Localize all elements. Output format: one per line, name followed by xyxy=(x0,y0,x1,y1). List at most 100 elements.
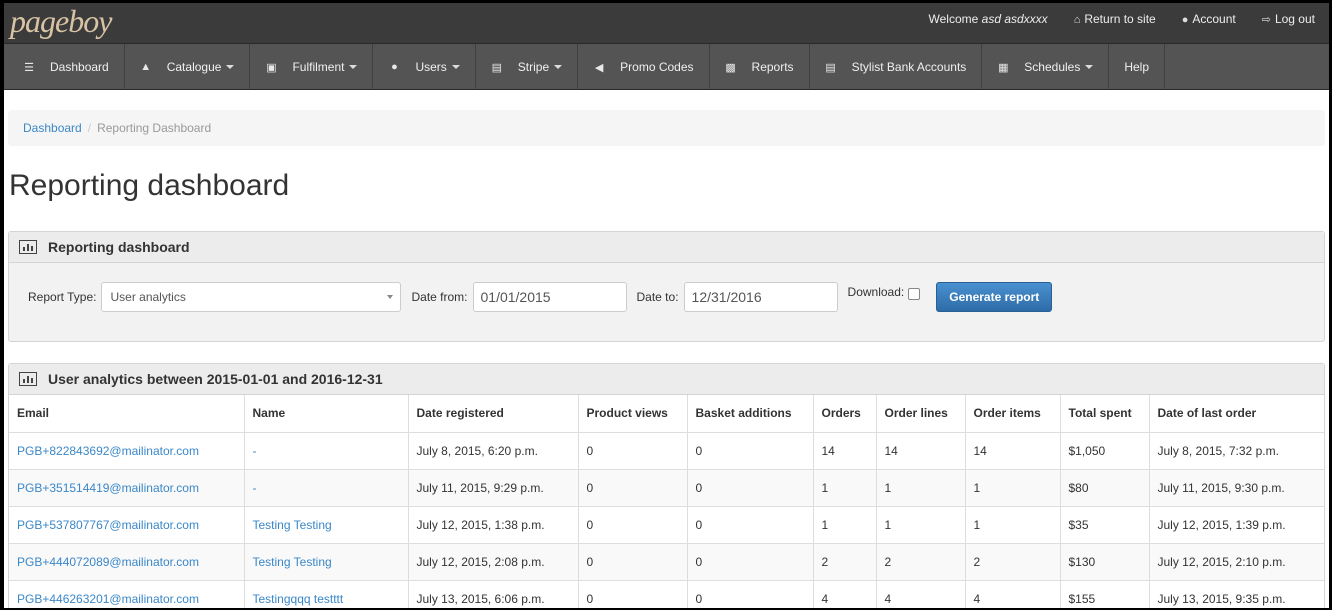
name-link[interactable]: - xyxy=(244,469,409,507)
results-table: Email Name Date registered Product views… xyxy=(9,395,1324,608)
column-header[interactable]: Basket additions xyxy=(687,395,814,433)
email-link[interactable]: PGB+537807767@mailinator.com xyxy=(9,506,245,544)
bar-chart-icon xyxy=(19,372,37,386)
nav-item-reports[interactable]: ▩ Reports xyxy=(710,44,810,90)
download-label: Download: xyxy=(847,285,905,299)
name-link[interactable]: - xyxy=(244,432,409,470)
bar-chart-icon xyxy=(19,240,37,254)
bullhorn-icon: ◀ xyxy=(594,61,604,74)
date-from-label: Date from: xyxy=(411,290,468,304)
nav-label: Schedules xyxy=(1024,60,1081,74)
brand-logo[interactable]: pageboy xyxy=(10,3,112,40)
results-panel: User analytics between 2015-01-01 and 20… xyxy=(8,363,1325,608)
table-cell: 0 xyxy=(578,580,688,608)
user-nav: Welcome asd asdxxxx ⌂ Return to site ● Acc… xyxy=(929,12,1315,26)
return-to-site-link[interactable]: ⌂ Return to site xyxy=(1074,12,1156,26)
table-cell: 0 xyxy=(687,543,814,581)
results-heading: User analytics between 2015-01-01 and 20… xyxy=(9,364,1324,395)
caret-down-icon xyxy=(226,65,235,69)
nav-item-fulfilment[interactable]: ▣ Fulfilment xyxy=(250,44,374,90)
top-bar: pageboy Welcome asd asdxxxx ⌂ Return to s… xyxy=(4,3,1329,43)
email-link[interactable]: PGB+444072089@mailinator.com xyxy=(9,543,245,581)
table-cell: 1 xyxy=(965,469,1061,507)
column-header[interactable]: Date of last order xyxy=(1149,395,1324,433)
name-link[interactable]: Testingqqq testttt xyxy=(244,580,409,608)
user-icon: ● xyxy=(1181,14,1189,26)
table-cell: July 13, 2015, 6:06 p.m. xyxy=(408,580,579,608)
column-header[interactable]: Product views xyxy=(578,395,688,433)
table-cell: July 11, 2015, 9:30 p.m. xyxy=(1149,469,1324,507)
nav-label: Users xyxy=(415,60,447,74)
column-header[interactable]: Name xyxy=(244,395,409,433)
table-cell: 1 xyxy=(876,506,966,544)
column-header[interactable]: Total spent xyxy=(1060,395,1150,433)
return-label: Return to site xyxy=(1084,12,1156,26)
nav-item-promo-codes[interactable]: ◀ Promo Codes xyxy=(578,44,710,90)
table-cell: 0 xyxy=(578,506,688,544)
table-cell: 4 xyxy=(813,580,877,608)
table-cell: 1 xyxy=(813,469,877,507)
caret-down-icon xyxy=(451,65,460,69)
cart-icon: ▣ xyxy=(266,61,277,74)
nav-label: Promo Codes xyxy=(620,60,694,74)
credit-card-icon: ▤ xyxy=(491,61,502,74)
table-header-row: Email Name Date registered Product views… xyxy=(9,395,1324,433)
generate-report-button[interactable]: Generate report xyxy=(936,282,1053,312)
name-link[interactable]: Testing Testing xyxy=(244,543,409,581)
nav-label: Stripe xyxy=(517,60,550,74)
list-icon: ☰ xyxy=(24,61,34,74)
download-checkbox[interactable] xyxy=(908,288,921,300)
table-cell: 4 xyxy=(965,580,1061,608)
page-title: Reporting dashboard xyxy=(9,169,290,202)
table-cell: July 11, 2015, 9:29 p.m. xyxy=(408,469,579,507)
nav-item-schedules[interactable]: ▦ Schedules xyxy=(982,44,1110,90)
column-header[interactable]: Order items xyxy=(965,395,1061,433)
breadcrumb-current: Reporting Dashboard xyxy=(97,121,212,135)
table-cell: $80 xyxy=(1060,469,1150,507)
table-row: PGB+537807767@mailinator.com Testing Tes… xyxy=(9,506,1324,544)
table-cell: 0 xyxy=(687,506,814,544)
welcome-prefix: Welcome xyxy=(928,12,979,26)
nav-item-stripe[interactable]: ▤ Stripe xyxy=(476,44,579,90)
report-type-value: User analytics xyxy=(110,290,186,304)
column-header[interactable]: Email xyxy=(9,395,245,433)
table-row: PGB+351514419@mailinator.com - July 11, … xyxy=(9,469,1324,507)
column-header[interactable]: Order lines xyxy=(876,395,966,433)
table-cell: July 8, 2015, 6:20 p.m. xyxy=(408,432,579,470)
table-cell: July 12, 2015, 1:38 p.m. xyxy=(408,506,579,544)
credit-card-icon: ▤ xyxy=(825,61,836,74)
main-nav: ☰ Dashboard ▲ Catalogue ▣ Fulfilment ● Users… xyxy=(4,43,1329,90)
nav-item-users[interactable]: ● Users xyxy=(373,44,476,90)
name-link[interactable]: Testing Testing xyxy=(244,506,409,544)
home-icon: ⌂ xyxy=(1073,14,1081,26)
date-from-input[interactable]: 01/01/2015 xyxy=(472,282,627,312)
table-cell: 14 xyxy=(813,432,877,470)
nav-item-catalogue[interactable]: ▲ Catalogue xyxy=(125,44,251,90)
report-type-select[interactable]: User analytics xyxy=(101,282,402,312)
breadcrumb-home-link[interactable]: Dashboard xyxy=(23,121,82,135)
table-cell: $130 xyxy=(1060,543,1150,581)
date-to-label: Date to: xyxy=(636,290,679,304)
date-to-input[interactable]: 12/31/2016 xyxy=(683,282,838,312)
email-link[interactable]: PGB+351514419@mailinator.com xyxy=(9,469,245,507)
nav-label: Reports xyxy=(751,60,794,74)
email-link[interactable]: PGB+822843692@mailinator.com xyxy=(9,432,245,470)
column-header[interactable]: Date registered xyxy=(408,395,579,433)
report-form: Report Type: User analytics Date from: 0… xyxy=(9,263,1324,312)
calendar-icon: ▦ xyxy=(998,61,1009,74)
nav-item-help[interactable]: Help xyxy=(1109,44,1166,90)
logout-link[interactable]: ⇨ Log out xyxy=(1262,12,1315,26)
nav-item-stylist-bank-accounts[interactable]: ▤ Stylist Bank Accounts xyxy=(810,44,983,90)
table-cell: 14 xyxy=(876,432,966,470)
account-label: Account xyxy=(1192,12,1236,26)
table-cell: 0 xyxy=(687,432,814,470)
nav-item-dashboard[interactable]: ☰ Dashboard xyxy=(8,44,125,90)
table-cell: July 12, 2015, 2:08 p.m. xyxy=(408,543,579,581)
welcome-text: Welcome asd asdxxxx xyxy=(929,12,1048,26)
email-link[interactable]: PGB+446263201@mailinator.com xyxy=(9,580,245,608)
account-link[interactable]: ● Account xyxy=(1182,12,1236,26)
column-header[interactable]: Orders xyxy=(813,395,877,433)
panel-title: Reporting dashboard xyxy=(48,239,190,255)
table-cell: $155 xyxy=(1060,580,1150,608)
table-cell: 14 xyxy=(965,432,1061,470)
